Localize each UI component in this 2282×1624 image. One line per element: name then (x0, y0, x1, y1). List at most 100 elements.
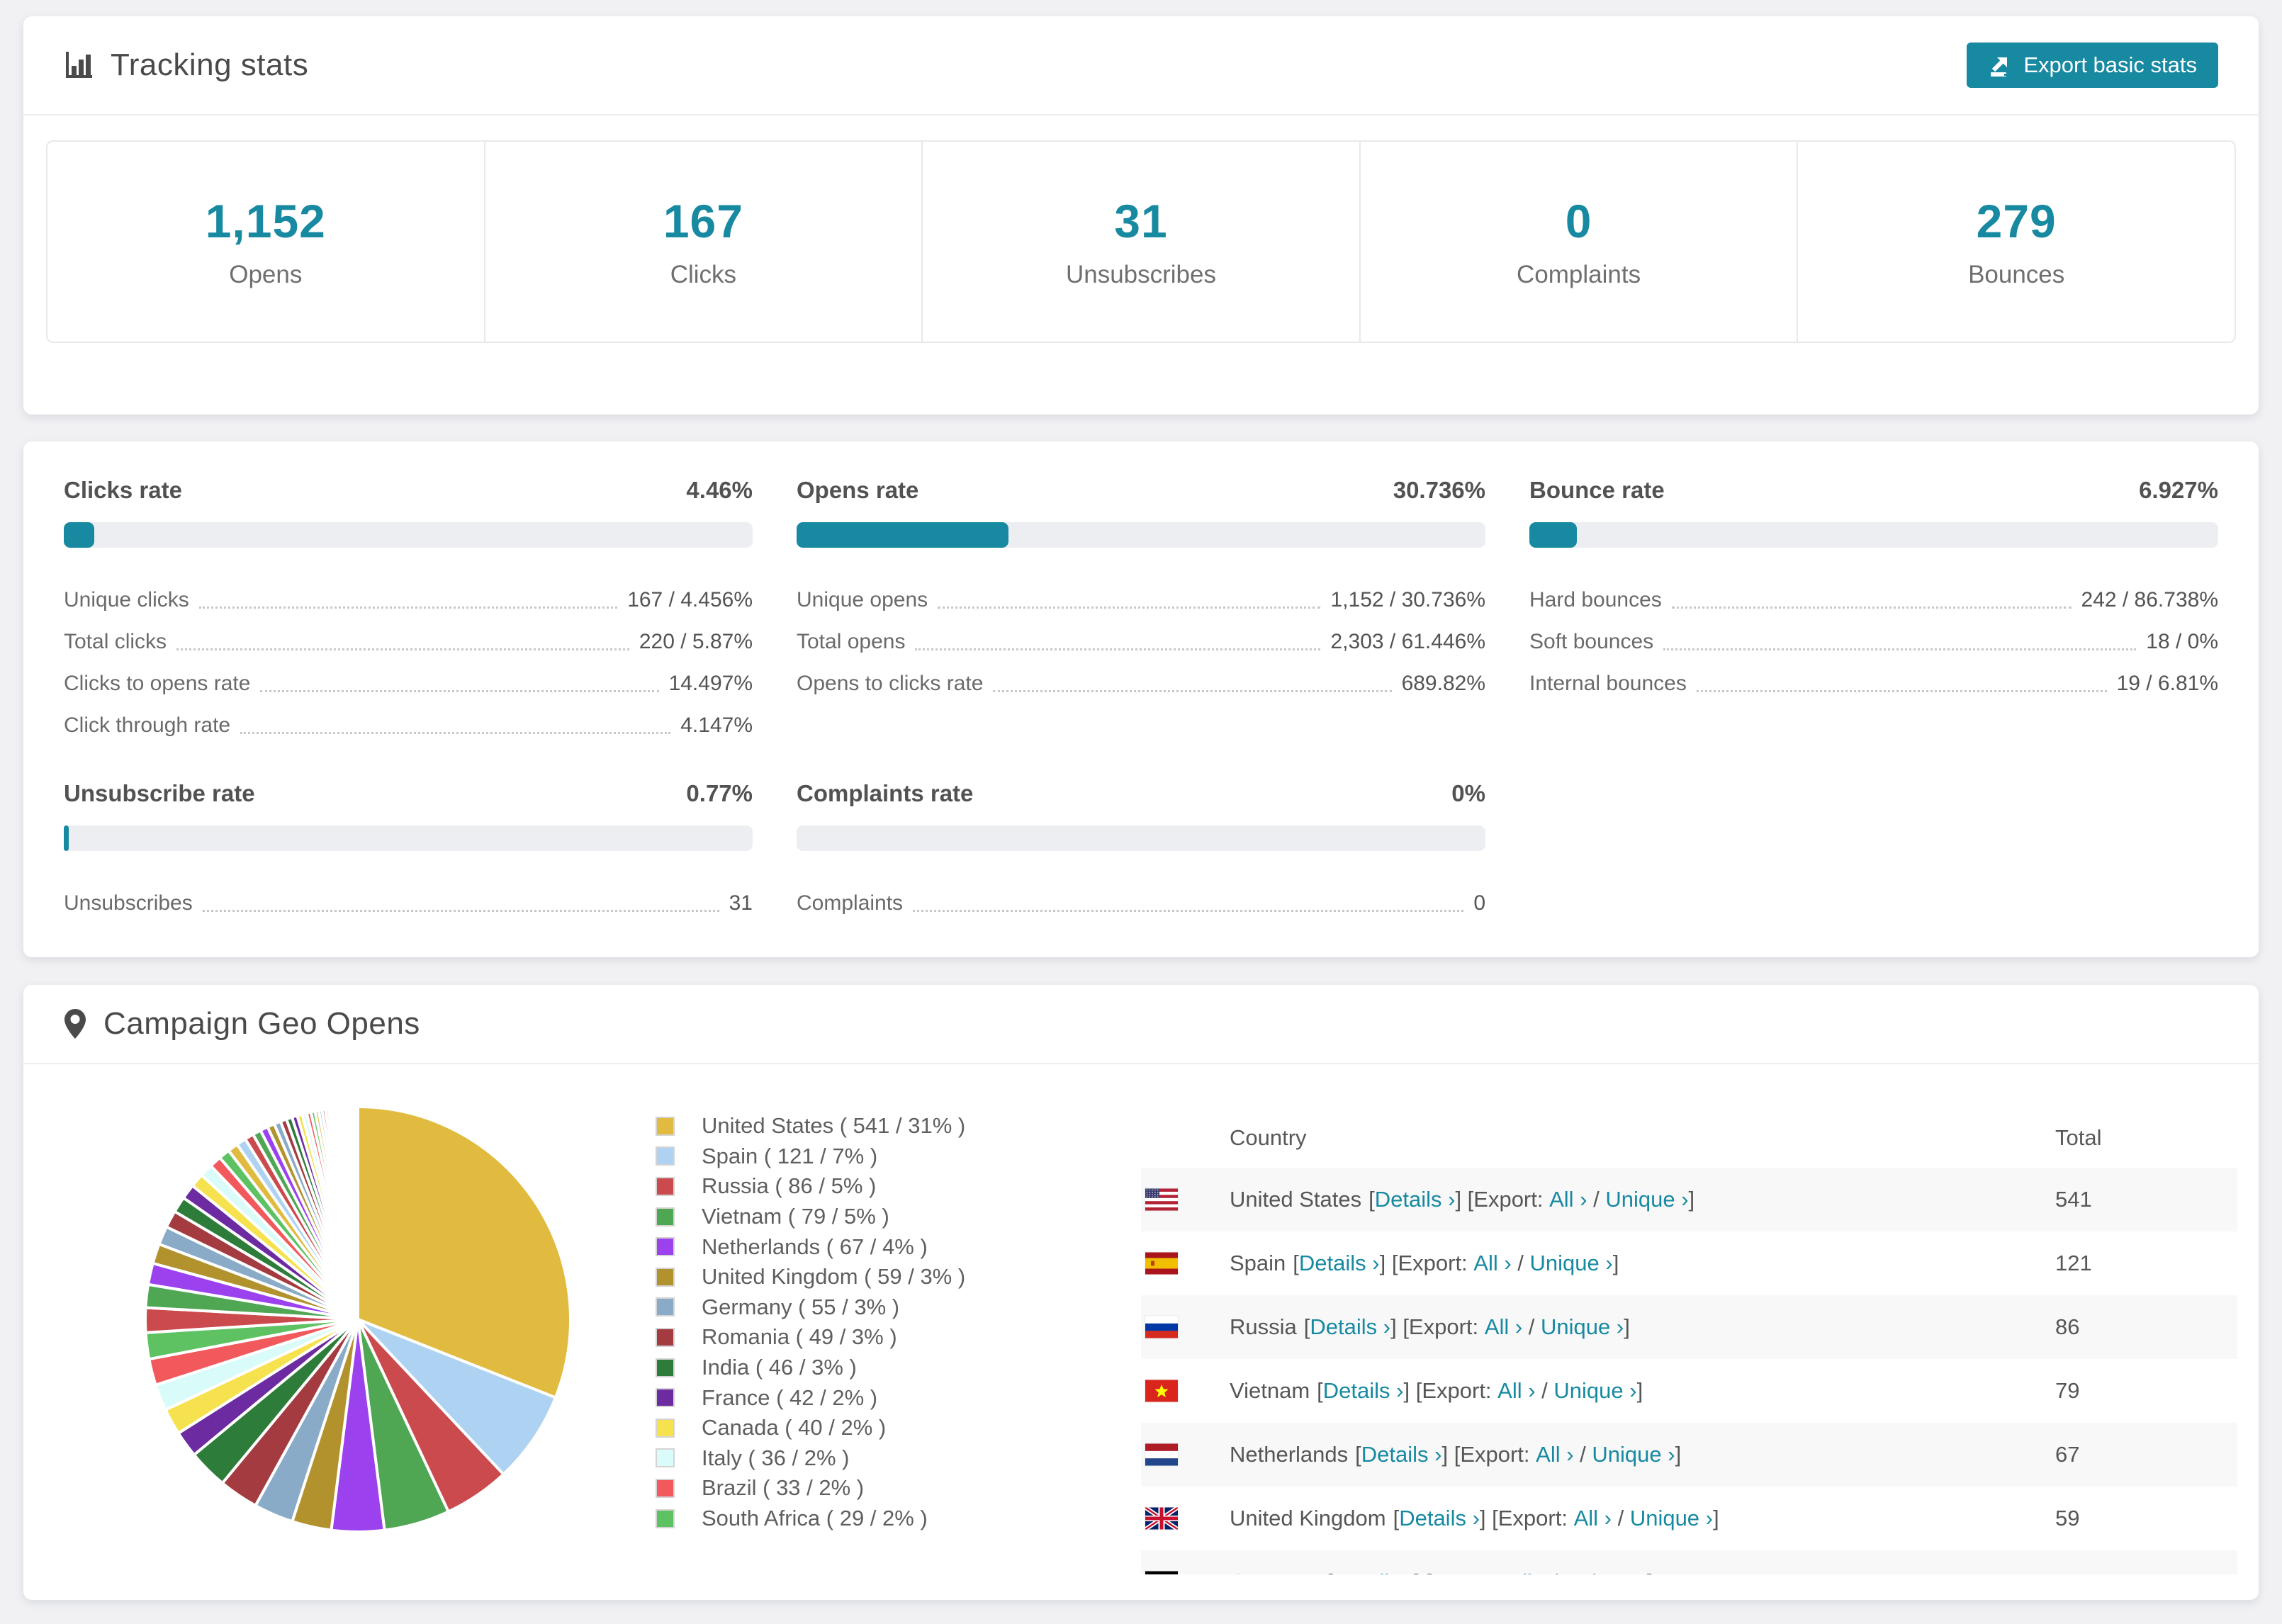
country-total: 79 (2055, 1378, 2080, 1403)
legend-item-netherlands: Netherlands ( 67 / 4% ) (656, 1231, 1052, 1262)
stat-label: Complaints (1517, 261, 1641, 288)
table-row-vietnam: Vietnam[Details ›] [Export: All › / Uniq… (1141, 1359, 2237, 1423)
rate-value: 0.77% (686, 780, 753, 806)
legend-swatch (656, 1297, 675, 1317)
export-unique-link[interactable]: Unique › (1530, 1251, 1613, 1276)
rate-detail-label: Soft bounces (1529, 629, 1654, 653)
legend-swatch (656, 1267, 675, 1287)
pie-slice-other-47 (355, 1105, 359, 1321)
details-link[interactable]: Details › (1399, 1506, 1480, 1531)
stat-value: 167 (663, 195, 743, 247)
legend-swatch (656, 1478, 675, 1498)
bar-chart-icon (64, 50, 94, 80)
legend-swatch (656, 1207, 675, 1227)
export-all-link[interactable]: All › (1549, 1187, 1587, 1212)
rate-title: Clicks rate (64, 477, 182, 503)
export-unique-link[interactable]: Unique › (1553, 1378, 1636, 1404)
stat-label: Unsubscribes (1065, 261, 1216, 288)
country-total: 59 (2055, 1506, 2080, 1530)
legend-label: Brazil ( 33 / 2% ) (702, 1475, 865, 1501)
rate-detail-value: 2,303 / 61.446% (1330, 629, 1485, 653)
es-flag-icon (1145, 1252, 1178, 1275)
table-row-spain: Spain[Details ›] [Export: All › / Unique… (1141, 1231, 2237, 1295)
country-column-header: Country (1230, 1125, 1307, 1150)
rate-detail-label: Unique opens (797, 587, 928, 611)
rate-detail-row: Total opens 2,303 / 61.446% (797, 621, 1485, 662)
rate-title: Unsubscribe rate (64, 780, 255, 806)
geo-opens-title: Campaign Geo Opens (103, 1006, 420, 1041)
country-total: 121 (2055, 1251, 2092, 1275)
export-unique-link[interactable]: Unique › (1541, 1314, 1624, 1340)
stat-card-bounces: 279 Bounces (1797, 142, 2235, 342)
details-link[interactable]: Details › (1310, 1314, 1390, 1340)
country-total: 55 (2055, 1550, 2237, 1574)
legend-swatch (656, 1418, 675, 1438)
country-name: Russia (1230, 1314, 1297, 1339)
legend-label: Romania ( 49 / 3% ) (702, 1324, 897, 1350)
table-row-germany: Germany[Details ›] [Export: All › / Uniq… (1141, 1550, 2237, 1574)
rate-detail-value: 18 / 0% (2146, 629, 2218, 653)
country-name: Netherlands (1230, 1442, 1349, 1467)
export-all-link[interactable]: All › (1574, 1506, 1612, 1531)
legend-swatch (656, 1176, 675, 1196)
export-unique-link[interactable]: Unique › (1564, 1569, 1647, 1574)
rate-detail-row: Unique opens 1,152 / 30.736% (797, 579, 1485, 621)
legend-swatch (656, 1509, 675, 1528)
dotted-leader (915, 633, 1321, 650)
details-link[interactable]: Details › (1323, 1378, 1404, 1404)
rate-panel-clicks-rate: Clicks rate 4.46% Unique clicks 167 / 4.456… (64, 477, 753, 746)
rate-value: 0% (1451, 780, 1485, 806)
details-link[interactable]: Details › (1375, 1187, 1456, 1212)
legend-item-italy: Italy ( 36 / 2% ) (656, 1443, 1052, 1474)
rate-progress-track (797, 522, 1485, 548)
export-all-link[interactable]: All › (1536, 1442, 1573, 1467)
legend-swatch (656, 1327, 675, 1347)
export-basic-stats-button[interactable]: Export basic stats (1967, 43, 2218, 88)
legend-item-india: India ( 46 / 3% ) (656, 1353, 1052, 1383)
legend-item-france: France ( 42 / 2% ) (656, 1382, 1052, 1413)
export-all-link[interactable]: All › (1507, 1569, 1545, 1574)
rate-progress-fill (797, 522, 1008, 548)
export-all-link[interactable]: All › (1497, 1378, 1535, 1404)
export-unique-link[interactable]: Unique › (1592, 1442, 1675, 1467)
rate-detail-value: 167 / 4.456% (627, 587, 753, 611)
legend-item-united-kingdom: United Kingdom ( 59 / 3% ) (656, 1262, 1052, 1292)
rate-detail-label: Unique clicks (64, 587, 189, 611)
legend-item-spain: Spain ( 121 / 7% ) (656, 1141, 1052, 1172)
rate-progress-track (64, 825, 753, 851)
dashboard-page: Tracking stats Export basic stats 1,152 O… (0, 0, 2282, 1600)
legend-item-united-states: United States ( 541 / 31% ) (656, 1111, 1052, 1141)
legend-label: South Africa ( 29 / 2% ) (702, 1506, 928, 1531)
rate-detail-label: Total clicks (64, 629, 167, 653)
rate-detail-label: Hard bounces (1529, 587, 1662, 611)
rate-detail-row: Internal bounces 19 / 6.81% (1529, 662, 2218, 704)
dotted-leader (993, 675, 1392, 692)
de-flag-icon (1145, 1571, 1178, 1574)
stat-label: Opens (229, 261, 303, 288)
legend-swatch (656, 1388, 675, 1408)
export-unique-link[interactable]: Unique › (1605, 1187, 1688, 1212)
rate-detail-value: 220 / 5.87% (639, 629, 753, 653)
rate-progress-track (64, 522, 753, 548)
details-link[interactable]: Details › (1361, 1442, 1442, 1467)
stat-value: 1,152 (205, 195, 326, 247)
tracking-stats-card: Tracking stats Export basic stats 1,152 O… (23, 16, 2259, 415)
legend-item-brazil: Brazil ( 33 / 2% ) (656, 1473, 1052, 1504)
stat-label: Bounces (1968, 261, 2065, 288)
rate-title: Complaints rate (797, 780, 974, 806)
table-row-russia: Russia[Details ›] [Export: All › / Uniqu… (1141, 1295, 2237, 1359)
dotted-leader (1663, 633, 2137, 650)
export-all-link[interactable]: All › (1473, 1251, 1511, 1276)
rate-title: Bounce rate (1529, 477, 1665, 503)
legend-label: Netherlands ( 67 / 4% ) (702, 1234, 928, 1259)
export-unique-link[interactable]: Unique › (1630, 1506, 1713, 1531)
dotted-leader (1696, 675, 2107, 692)
dotted-leader (1671, 591, 2072, 609)
details-link[interactable]: Details › (1333, 1569, 1414, 1574)
country-total: 86 (2055, 1295, 2237, 1359)
details-link[interactable]: Details › (1299, 1251, 1380, 1276)
legend-item-germany: Germany ( 55 / 3% ) (656, 1292, 1052, 1323)
export-all-link[interactable]: All › (1485, 1314, 1522, 1340)
country-name: United Kingdom (1230, 1506, 1386, 1530)
rate-progress-fill (64, 825, 69, 851)
